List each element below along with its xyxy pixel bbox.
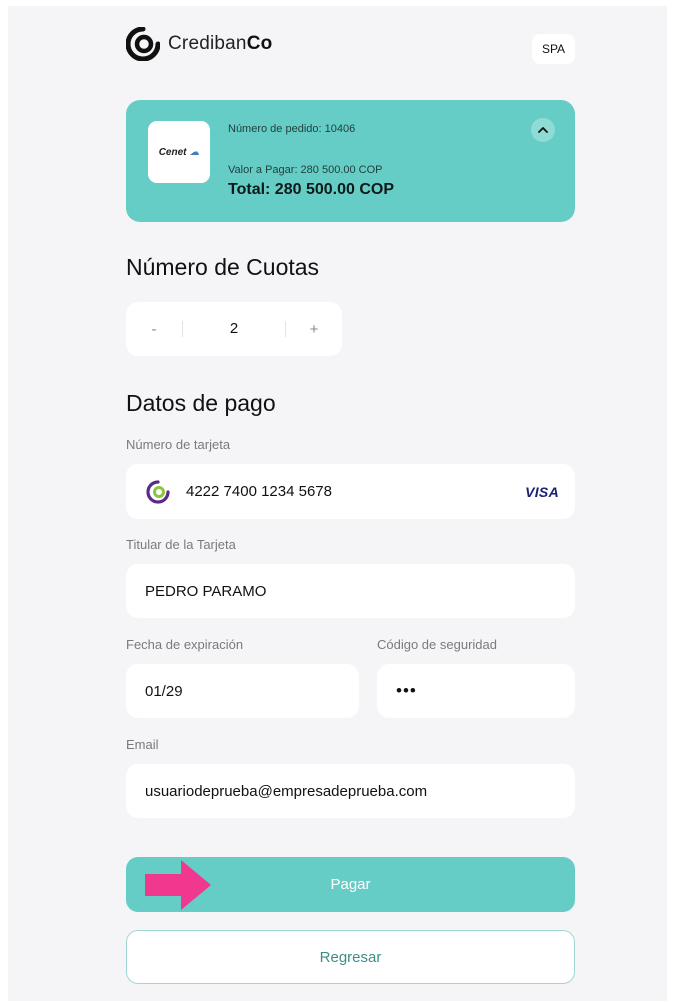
installments-value[interactable]: 2 (182, 321, 286, 337)
decrement-button[interactable]: - (126, 321, 182, 338)
payment-title: Datos de pago (126, 390, 276, 416)
increment-button[interactable]: + (286, 321, 342, 338)
email-field[interactable]: usuariodeprueba@empresadeprueba.com (126, 764, 575, 818)
expiry-label: Fecha de expiración (126, 637, 244, 652)
installments-title: Número de Cuotas (126, 254, 320, 280)
cvv-field[interactable]: ••• (377, 664, 575, 718)
order-summary-card: Cenet ☁ Número de pedido: 10406 Valor a … (126, 100, 575, 222)
crediban-logo: CredibanCo (126, 27, 272, 61)
visa-logo: VISA (525, 484, 559, 500)
back-button[interactable]: Regresar (126, 930, 575, 984)
merchant-logo-text: Cenet ☁ (158, 146, 200, 158)
payment-page: CredibanCo SPA Cenet ☁ Número de pedido:… (0, 0, 675, 1003)
crediban-logo-icon (126, 27, 160, 61)
language-button[interactable]: SPA (532, 34, 575, 64)
merchant-logo: Cenet ☁ (148, 121, 210, 183)
brand-name: CredibanCo (168, 33, 273, 54)
chevron-up-icon (538, 127, 548, 133)
order-value: Valor a Pagar: 280 500.00 COP (228, 164, 383, 176)
card-number-field[interactable]: 4222 7400 1234 5678 VISA (126, 464, 575, 519)
cvv-label: Código de seguridad (377, 637, 497, 652)
card-number-label: Número de tarjeta (126, 437, 231, 452)
order-total: Total: 280 500.00 COP (228, 181, 394, 198)
pointer-arrow-icon (145, 860, 211, 910)
installments-stepper: - 2 + (126, 302, 342, 356)
card-brand-icon (146, 479, 170, 504)
holder-field[interactable]: PEDRO PARAMO (126, 564, 575, 618)
holder-label: Titular de la Tarjeta (126, 537, 236, 552)
email-label: Email (126, 737, 159, 752)
order-number: Número de pedido: 10406 (228, 123, 356, 135)
collapse-button[interactable] (531, 118, 555, 142)
card-number-value: 4222 7400 1234 5678 (186, 483, 332, 500)
expiry-field[interactable]: 01/29 (126, 664, 359, 718)
